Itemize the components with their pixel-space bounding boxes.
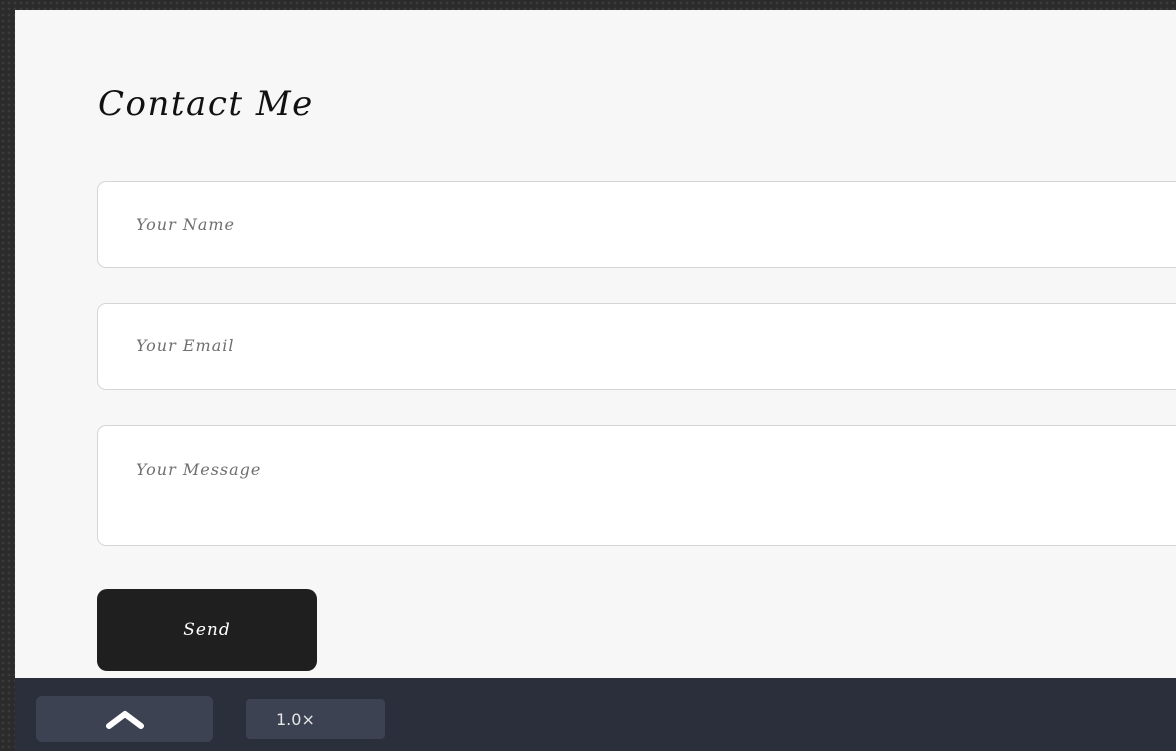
contact-page: Contact Me Your Name Your Email Your Mes… bbox=[15, 10, 1176, 678]
chevron-up-icon bbox=[105, 711, 144, 729]
message-textarea[interactable]: Your Message bbox=[97, 425, 1176, 546]
bottom-toolbar: 1.0× bbox=[15, 678, 1176, 751]
email-input[interactable]: Your Email bbox=[97, 303, 1176, 390]
page-title: Contact Me bbox=[98, 84, 314, 124]
send-button[interactable]: Send bbox=[97, 589, 317, 671]
email-placeholder: Your Email bbox=[136, 336, 235, 355]
zoom-level-button[interactable]: 1.0× bbox=[246, 699, 385, 739]
zoom-level-label: 1.0× bbox=[276, 709, 315, 729]
name-input[interactable]: Your Name bbox=[97, 181, 1176, 268]
message-placeholder: Your Message bbox=[136, 460, 262, 479]
send-button-label: Send bbox=[183, 620, 231, 640]
name-placeholder: Your Name bbox=[136, 215, 236, 234]
scroll-up-button[interactable] bbox=[36, 696, 213, 742]
